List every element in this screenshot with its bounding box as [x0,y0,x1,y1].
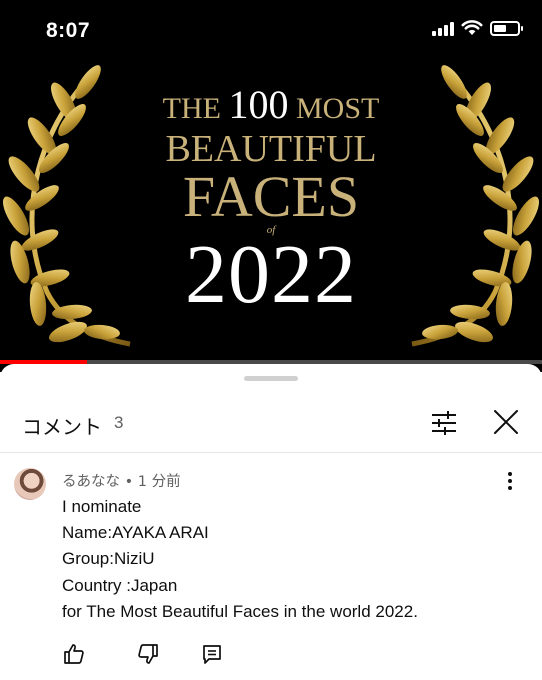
laurel-left-icon [3,65,131,347]
header-divider [0,452,542,453]
comments-header: コメント 3 [0,402,542,446]
title-number: 100 [228,82,289,127]
title-year: 2022 [185,228,357,321]
comment-author[interactable]: るあなな [62,474,120,490]
comment-actions [0,640,542,670]
thumbs-down-icon[interactable] [136,642,160,666]
status-icons [432,20,523,36]
comment-line: Group:NiziU [62,549,155,569]
comments-title: コメント [22,415,102,439]
laurel-right-icon [411,65,539,347]
comment-meta: るあなな • 1 分前 [62,470,181,491]
title-suffix: MOST [295,92,380,125]
status-bar: 8:07 [0,0,542,58]
video-player[interactable]: 8:07 THE 100 MOST BEAUTIFUL FACES of 202… [0,0,542,372]
thumbs-up-icon[interactable] [62,642,86,666]
wifi-icon [461,20,483,35]
comment-line: Country :Japan [62,575,178,595]
comment-body: I nominate Name:AYAKA ARAI Group:NiziU C… [62,494,418,625]
comment-line: Name:AYAKA ARAI [62,523,209,543]
close-icon[interactable] [490,406,522,438]
comment-line: for The Most Beautiful Faces in the worl… [62,601,418,621]
meta-separator: • [124,474,134,490]
comment-line: I nominate [62,497,142,516]
sliders-icon[interactable] [428,408,460,438]
drag-handle[interactable] [244,376,298,381]
video-title-art: THE 100 MOST BEAUTIFUL FACES of 2022 [140,85,402,321]
reply-icon[interactable] [200,642,224,666]
status-time: 8:07 [46,19,91,42]
title-line-2: BEAUTIFUL [165,128,377,170]
more-options-icon[interactable] [500,470,520,494]
title-prefix: THE [162,92,221,125]
title-line-3: FACES [182,164,360,229]
avatar[interactable] [14,468,46,500]
battery-icon [490,20,523,36]
comment-time: 1 分前 [137,474,181,490]
cellular-signal-icon [432,20,454,36]
title-line-1: THE 100 MOST [140,85,402,129]
comments-count: 3 [114,413,124,432]
